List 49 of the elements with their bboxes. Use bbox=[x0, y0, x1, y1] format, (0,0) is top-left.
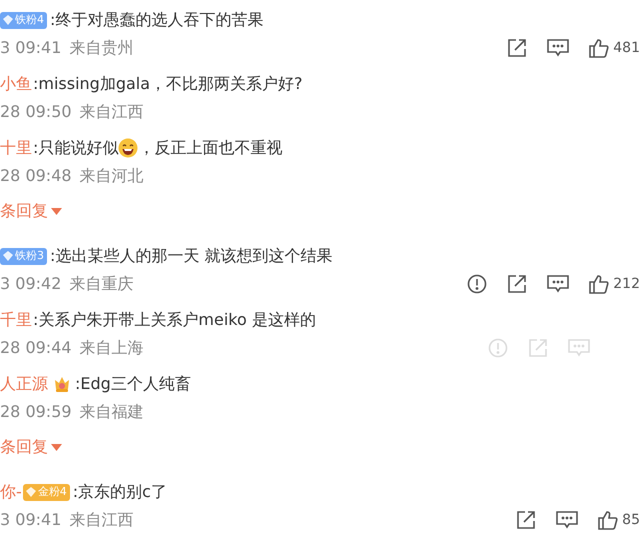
more-replies-link[interactable]: 条回复 bbox=[0, 199, 62, 223]
timestamp: 28 09:48 bbox=[0, 165, 72, 187]
location-text: 来自上海 bbox=[80, 337, 144, 359]
like-count: 85 bbox=[622, 510, 640, 530]
user-name[interactable]: 你- bbox=[0, 480, 22, 504]
fan-badge: 铁粉3 bbox=[0, 248, 47, 264]
location-text: 来自福建 bbox=[80, 401, 144, 423]
share-icon[interactable] bbox=[516, 510, 536, 530]
location-text: 来自贵州 bbox=[69, 37, 134, 59]
location-text: 来自河北 bbox=[80, 165, 144, 187]
comment-icon[interactable] bbox=[556, 510, 578, 530]
share-icon[interactable] bbox=[507, 274, 528, 294]
comment-text: :只能说好似 bbox=[33, 137, 118, 159]
comment-text: ，反正上面也不重视 bbox=[138, 137, 282, 159]
caret-icon bbox=[51, 208, 62, 214]
fan-badge: 铁粉4 bbox=[0, 12, 47, 28]
report-icon[interactable] bbox=[467, 274, 488, 294]
thumbs-up-icon[interactable] bbox=[589, 38, 610, 58]
fan-badge: 金粉4 bbox=[22, 484, 70, 500]
comment-text: :关系户朱开带上关系户meiko 是这样的 bbox=[33, 309, 316, 331]
location-text: 来自江西 bbox=[69, 509, 134, 531]
thumbs-up-icon[interactable] bbox=[598, 510, 618, 530]
laughing-face-icon bbox=[118, 138, 138, 158]
thumbs-up-icon[interactable] bbox=[589, 274, 610, 294]
timestamp: 3 09:41 bbox=[0, 509, 62, 531]
timestamp: 28 09:59 bbox=[0, 401, 72, 423]
caret-icon bbox=[51, 444, 62, 450]
comment-icon[interactable] bbox=[547, 38, 570, 58]
crown-badge-icon bbox=[53, 375, 71, 393]
timestamp: 28 09:50 bbox=[0, 101, 72, 123]
share-icon[interactable] bbox=[507, 38, 528, 58]
user-name[interactable]: 十里 bbox=[0, 136, 32, 160]
comment-text: :京东的别c了 bbox=[72, 481, 167, 503]
user-name[interactable]: 千里 bbox=[0, 308, 32, 332]
comment-text: :Edg三个人纯畜 bbox=[75, 373, 191, 395]
comment-text: :终于对愚蠢的选人吞下的苦果 bbox=[50, 9, 264, 31]
user-name[interactable]: 小鱼 bbox=[0, 72, 32, 96]
location-text: 来自重庆 bbox=[69, 273, 134, 295]
location-text: 来自江西 bbox=[80, 101, 144, 123]
like-count: 212 bbox=[613, 274, 640, 294]
more-replies-link[interactable]: 条回复 bbox=[0, 435, 62, 459]
comment-text: :选出某些人的那一天 就该想到这个结果 bbox=[50, 245, 332, 267]
comment-text: :missing加gala，不比那两关系户好? bbox=[33, 73, 303, 95]
like-count: 481 bbox=[613, 38, 640, 58]
timestamp: 3 09:42 bbox=[0, 273, 62, 295]
timestamp: 3 09:41 bbox=[0, 37, 62, 59]
user-name[interactable]: 人正源 bbox=[0, 372, 48, 396]
comment-icon[interactable] bbox=[547, 274, 570, 294]
timestamp: 28 09:44 bbox=[0, 337, 72, 359]
